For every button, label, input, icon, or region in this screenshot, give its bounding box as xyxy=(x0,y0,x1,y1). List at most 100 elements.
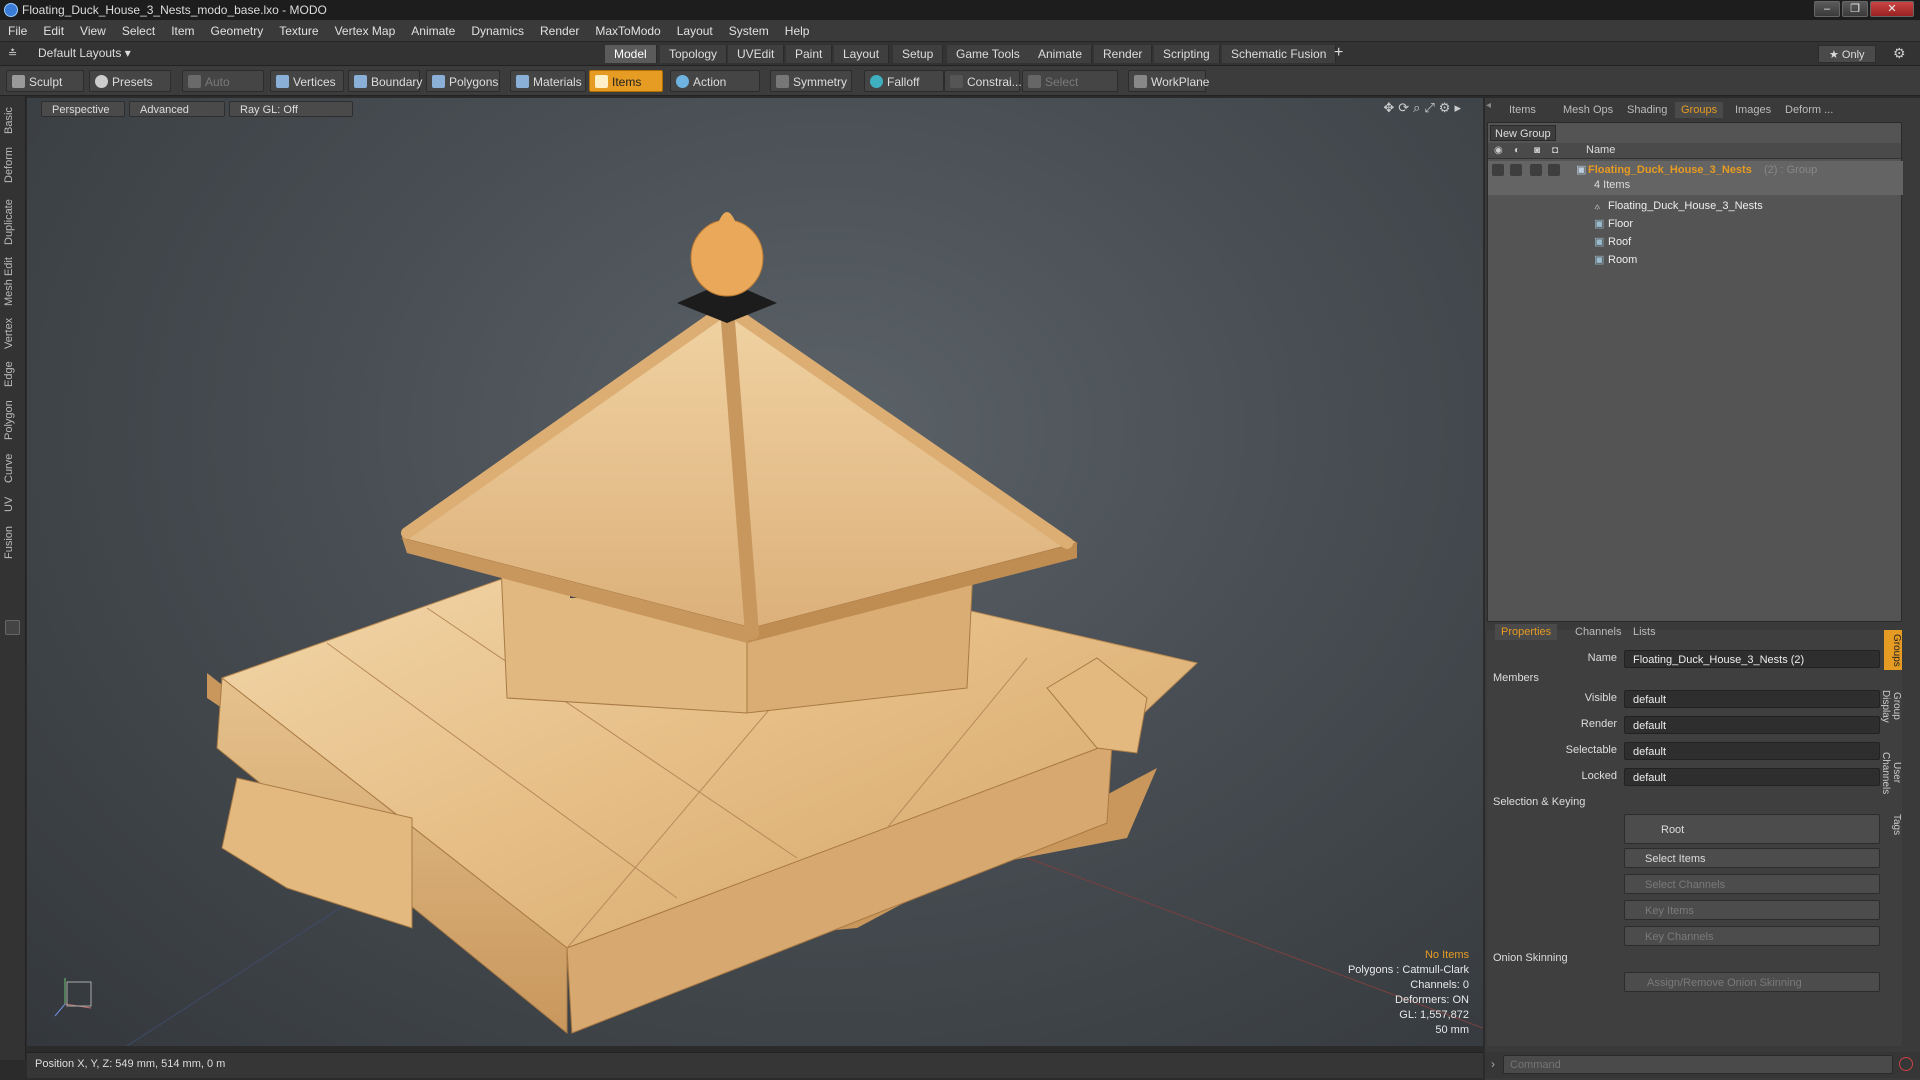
menu-maxtomodo[interactable]: MaxToModo xyxy=(587,20,668,42)
list-item[interactable]: ▣ Roof xyxy=(1488,233,1903,251)
menu-dynamics[interactable]: Dynamics xyxy=(463,20,532,42)
3d-viewport[interactable]: Perspective Advanced Ray GL: Off ✥⟳⌕⤢⚙▸ xyxy=(27,98,1483,1046)
select-toggle[interactable] xyxy=(1548,164,1560,176)
locked-dropdown[interactable]: default xyxy=(1624,768,1880,786)
root-button[interactable]: Root xyxy=(1624,814,1880,844)
key-items-button[interactable]: Key Items xyxy=(1624,900,1880,920)
tab-model[interactable]: Model xyxy=(605,45,657,63)
members-section[interactable]: Members xyxy=(1493,672,1539,684)
key-channels-button[interactable]: Key Channels xyxy=(1624,926,1880,946)
constraints-button[interactable]: Constrai... xyxy=(944,70,1022,92)
render-toggle[interactable] xyxy=(1510,164,1522,176)
menu-view[interactable]: View xyxy=(72,20,114,42)
gear-icon[interactable]: ⚙ xyxy=(1893,45,1906,62)
selectable-dropdown[interactable]: default xyxy=(1624,742,1880,760)
selection-keying-section[interactable]: Selection & Keying xyxy=(1493,796,1585,808)
boundary-button[interactable]: Boundary xyxy=(348,70,422,92)
menu-geometry[interactable]: Geometry xyxy=(203,20,272,42)
menu-item[interactable]: Item xyxy=(163,20,202,42)
tab-animate[interactable]: Animate xyxy=(1029,45,1093,63)
record-icon[interactable] xyxy=(1899,1057,1913,1071)
visibility-toggle[interactable] xyxy=(1492,164,1504,176)
presets-button[interactable]: Presets xyxy=(89,70,171,92)
add-tab-icon[interactable]: + xyxy=(1334,44,1343,62)
items-button[interactable]: Items xyxy=(589,70,663,92)
render-dropdown[interactable]: default xyxy=(1624,716,1880,734)
name-field[interactable]: Floating_Duck_House_3_Nests (2) xyxy=(1624,650,1880,668)
close-button[interactable]: ✕ xyxy=(1870,1,1914,17)
workplane-button[interactable]: WorkPlane xyxy=(1128,70,1209,92)
left-tab-curve[interactable]: Curve xyxy=(3,450,23,486)
tab-layout[interactable]: Layout xyxy=(834,45,890,63)
tab-setup[interactable]: Setup xyxy=(893,45,944,63)
menu-help[interactable]: Help xyxy=(777,20,818,42)
tab-shading[interactable]: Shading xyxy=(1621,102,1673,118)
action-center-button[interactable]: Action Center xyxy=(670,70,760,111)
left-tab-basic[interactable]: Basic xyxy=(3,104,23,138)
tab-mesh-ops[interactable]: Mesh Ops xyxy=(1557,102,1619,118)
tab-deform[interactable]: Deform ... xyxy=(1779,102,1839,118)
materials-button[interactable]: Materials xyxy=(510,70,586,92)
list-item[interactable]: ▣ Room xyxy=(1488,251,1903,269)
tab-properties[interactable]: Properties xyxy=(1495,624,1558,640)
tab-scripting[interactable]: Scripting xyxy=(1154,45,1220,63)
menu-texture[interactable]: Texture xyxy=(271,20,326,42)
left-tab-duplicate[interactable]: Duplicate xyxy=(3,194,23,250)
tab-items[interactable]: Items xyxy=(1503,102,1542,118)
menu-edit[interactable]: Edit xyxy=(35,20,72,42)
auto-select-button[interactable]: Auto Select xyxy=(182,70,264,111)
tab-paint[interactable]: Paint xyxy=(786,45,833,63)
list-item[interactable]: ▣ Floor xyxy=(1488,215,1903,233)
tab-lists[interactable]: Lists xyxy=(1627,624,1662,640)
visible-dropdown[interactable]: default xyxy=(1624,690,1880,708)
lock-toggle[interactable] xyxy=(1530,164,1542,176)
tab-schematic-fusion[interactable]: Schematic Fusion xyxy=(1222,45,1337,63)
panel-collapse-icon[interactable]: ◂ xyxy=(1486,100,1491,111)
group-row[interactable]: ▣ Floating_Duck_House_3_Nests (2) : Grou… xyxy=(1488,161,1903,195)
select-through-button[interactable]: Select Through xyxy=(1022,70,1118,111)
left-panel-toggle[interactable] xyxy=(5,620,20,635)
sidetab-groups[interactable]: Groups xyxy=(1884,630,1902,670)
layout-menu-icon[interactable]: ≛ xyxy=(8,47,17,60)
symmetry-button[interactable]: Symmetry xyxy=(770,70,852,92)
tab-images[interactable]: Images xyxy=(1729,102,1777,118)
menu-animate[interactable]: Animate xyxy=(403,20,463,42)
menu-layout[interactable]: Layout xyxy=(669,20,721,42)
tab-render[interactable]: Render xyxy=(1094,45,1153,63)
polygons-button[interactable]: Polygons xyxy=(426,70,500,92)
menu-file[interactable]: File xyxy=(0,20,35,42)
falloff-button[interactable]: Falloff xyxy=(864,70,944,92)
tab-uvedit[interactable]: UVEdit xyxy=(728,45,785,63)
left-tab-deform[interactable]: Deform xyxy=(3,144,23,186)
menu-select[interactable]: Select xyxy=(114,20,163,42)
left-tab-edge[interactable]: Edge xyxy=(3,358,23,390)
tab-groups[interactable]: Groups xyxy=(1675,102,1724,118)
left-tab-vertex[interactable]: Vertex xyxy=(3,314,23,352)
only-toggle[interactable]: ★ Only xyxy=(1818,45,1876,63)
left-tab-polygon[interactable]: Polygon xyxy=(3,396,23,444)
command-input[interactable] xyxy=(1503,1055,1893,1074)
maximize-button[interactable]: ❐ xyxy=(1842,1,1868,17)
default-layouts-dropdown[interactable]: Default Layouts ▾ xyxy=(38,46,131,60)
select-items-button[interactable]: Select Items xyxy=(1624,848,1880,868)
sidetab-tags[interactable]: Tags xyxy=(1884,810,1902,840)
menu-vertex-map[interactable]: Vertex Map xyxy=(327,20,404,42)
sculpt-button[interactable]: Sculpt xyxy=(6,70,84,92)
onion-skinning-section[interactable]: Onion Skinning xyxy=(1493,952,1568,964)
tab-topology[interactable]: Topology xyxy=(660,45,728,63)
left-tab-uv[interactable]: UV xyxy=(3,492,23,516)
list-item[interactable]: ⟑ Floating_Duck_House_3_Nests xyxy=(1488,197,1903,215)
minimize-button[interactable]: ‒ xyxy=(1814,1,1840,17)
menu-render[interactable]: Render xyxy=(532,20,587,42)
left-tab-mesh-edit[interactable]: Mesh Edit xyxy=(3,256,23,308)
sidetab-user-channels[interactable]: User Channels xyxy=(1880,742,1902,804)
left-tab-fusion[interactable]: Fusion xyxy=(3,522,23,562)
tab-game-tools[interactable]: Game Tools xyxy=(947,45,1030,63)
new-group-button[interactable]: New Group xyxy=(1490,125,1556,141)
vertices-button[interactable]: Vertices xyxy=(270,70,344,92)
tab-channels[interactable]: Channels xyxy=(1569,624,1627,640)
sidetab-group-display[interactable]: Group Display xyxy=(1880,676,1902,736)
onion-skinning-button[interactable]: Assign/Remove Onion Skinning xyxy=(1624,972,1880,992)
select-channels-button[interactable]: Select Channels xyxy=(1624,874,1880,894)
menu-system[interactable]: System xyxy=(721,20,777,42)
